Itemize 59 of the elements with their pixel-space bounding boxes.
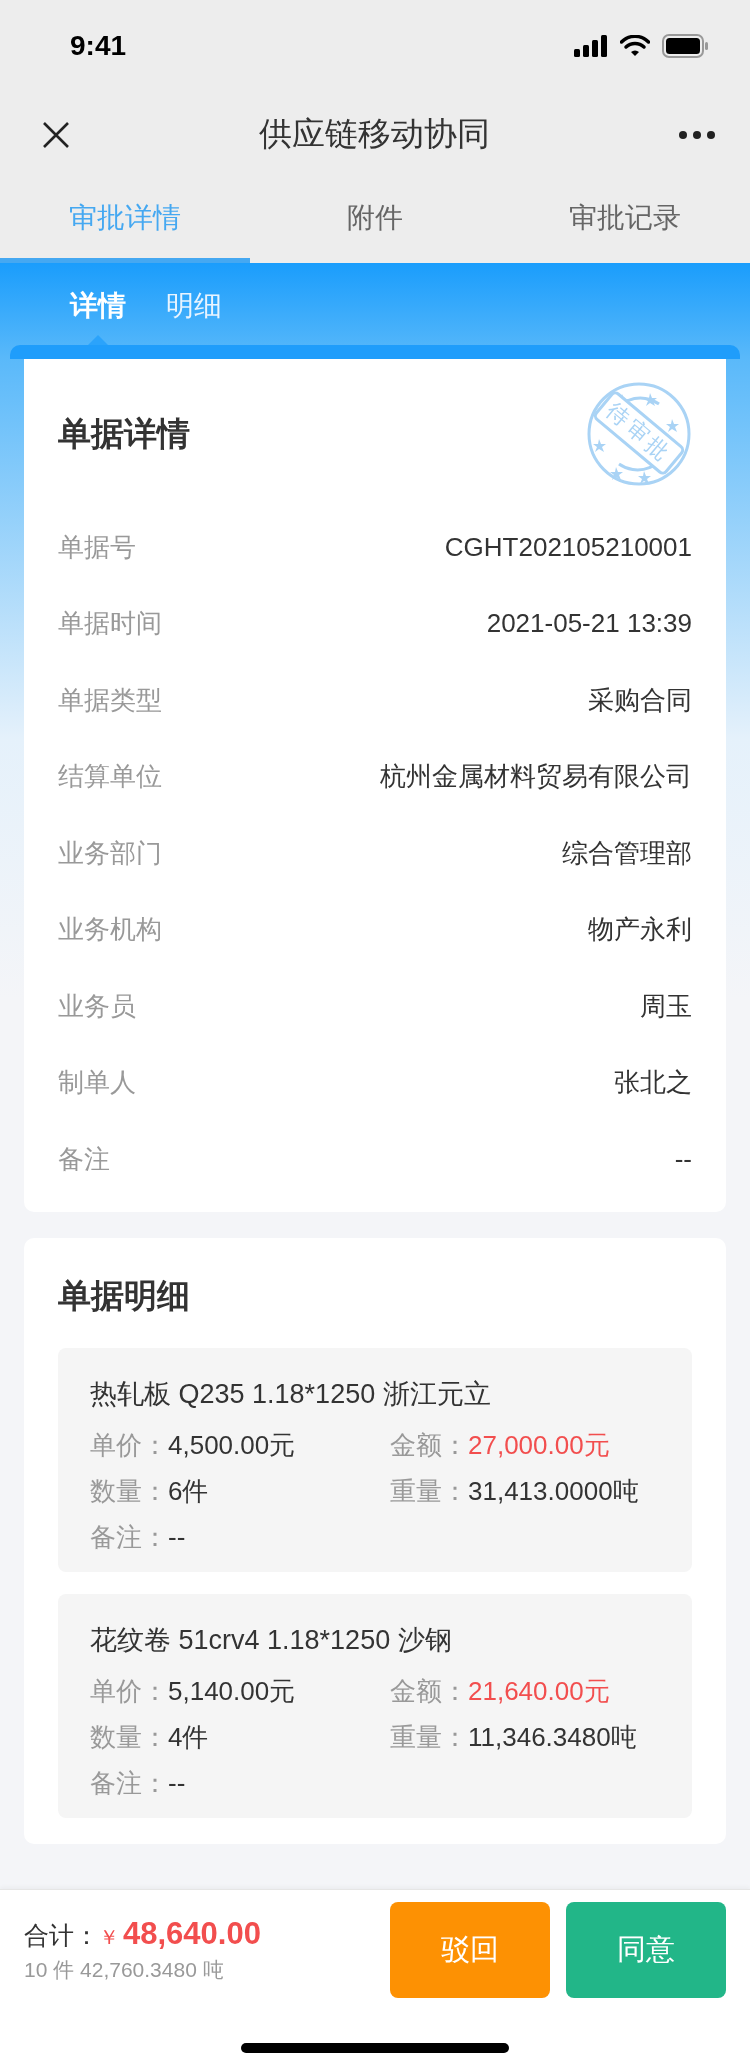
quantity-label: 数量： (90, 1474, 168, 1508)
price-label: 单价： (90, 1674, 168, 1708)
currency-symbol: ￥ (99, 1925, 119, 1950)
sub-tab[interactable]: 明细 (166, 285, 222, 345)
field-value: 2021-05-21 13:39 (486, 608, 692, 640)
quantity-value: 4件 (168, 1720, 209, 1754)
field-value: 物产永利 (588, 913, 692, 947)
weight-label: 重量： (390, 1474, 468, 1508)
price-value: 5,140.00元 (168, 1674, 296, 1708)
field-label: 业务机构 (58, 913, 162, 947)
item-name: 热轧板 Q235 1.18*1250 浙江元立 (90, 1377, 492, 1411)
status-time: 9:41 (70, 30, 127, 62)
reject-button[interactable]: 驳回 (390, 1902, 550, 1998)
total-label: 合计： (24, 1920, 99, 1951)
section-title: 单据明细 (58, 1275, 191, 1316)
quantity-label: 数量： (90, 1720, 168, 1754)
field-value: CGHT202105210001 (444, 531, 692, 563)
field-value: 综合管理部 (562, 836, 692, 870)
weight-value: 11,346.3480吨 (468, 1720, 637, 1754)
field-value: -- (674, 1143, 692, 1175)
total-amount: 48,640.00 (123, 1916, 261, 1952)
tab[interactable]: 审批记录 (500, 177, 750, 263)
field-label: 单据类型 (58, 683, 162, 717)
field-label: 制单人 (58, 1066, 136, 1100)
tab[interactable]: 附件 (250, 177, 500, 263)
sub-tab[interactable]: 详情 (70, 285, 126, 345)
note-value: -- (168, 1520, 186, 1554)
weight-label: 重量： (390, 1720, 468, 1754)
page-title: 供应链移动协同 (258, 114, 490, 154)
price-label: 单价： (90, 1428, 168, 1462)
item-name: 花纹卷 51crv4 1.18*1250 沙钢 (90, 1623, 453, 1657)
more-icon[interactable] (678, 129, 716, 140)
quantity-value: 6件 (168, 1474, 209, 1508)
battery-icon (662, 34, 708, 58)
signal-icon (574, 35, 608, 57)
weight-value: 31,413.0000吨 (468, 1474, 639, 1508)
field-label: 业务部门 (58, 836, 162, 870)
approve-button[interactable]: 同意 (566, 1902, 726, 1998)
field-label: 备注 (58, 1142, 110, 1176)
total-summary: 10 件 42,760.3480 吨 (24, 1957, 225, 1983)
field-label: 单据号 (58, 530, 136, 564)
field-value: 周玉 (640, 989, 692, 1023)
amount-label: 金额： (390, 1428, 468, 1462)
field-value: 采购合同 (588, 683, 692, 717)
amount-value: 27,000.00元 (468, 1428, 610, 1462)
note-value: -- (168, 1766, 186, 1800)
note-label: 备注： (90, 1520, 168, 1554)
note-label: 备注： (90, 1766, 168, 1800)
wifi-icon (620, 35, 650, 57)
field-label: 业务员 (58, 989, 136, 1023)
amount-label: 金额： (390, 1674, 468, 1708)
field-value: 杭州金属材料贸易有限公司 (380, 760, 692, 794)
field-value: 张北之 (614, 1066, 692, 1100)
price-value: 4,500.00元 (168, 1428, 296, 1462)
close-icon[interactable] (42, 120, 70, 149)
section-title: 单据详情 (58, 413, 190, 454)
field-label: 单据时间 (58, 607, 162, 641)
amount-value: 21,640.00元 (468, 1674, 610, 1708)
field-label: 结算单位 (58, 760, 162, 794)
